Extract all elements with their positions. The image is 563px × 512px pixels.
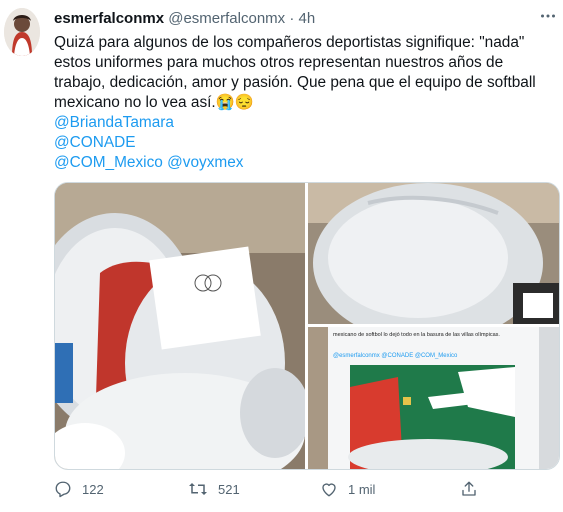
- retweet-count: 521: [218, 481, 240, 497]
- retweet-icon: [188, 480, 208, 498]
- tweet: esmerfalconmx @esmerfalconmx · 4h Quizá …: [0, 0, 563, 512]
- mention-brianda[interactable]: @BriandaTamara: [54, 114, 174, 131]
- share-button[interactable]: [460, 480, 478, 498]
- action-bar: 122 521 1 mil: [0, 480, 563, 502]
- share-icon: [460, 480, 478, 498]
- heart-icon: [320, 480, 338, 498]
- embedded-text: mexicano de softbol lo dejó todo en la b…: [333, 332, 500, 338]
- mention-voyxmex[interactable]: @voyxmex: [167, 154, 243, 171]
- tweet-time[interactable]: 4h: [299, 10, 316, 27]
- like-button[interactable]: 1 mil: [320, 480, 375, 498]
- embedded-mentions: @esmerfalconmx @CONADE @COM_Mexico: [333, 353, 458, 359]
- tweet-header: esmerfalconmx @esmerfalconmx · 4h: [54, 10, 315, 28]
- avatar[interactable]: [4, 8, 40, 56]
- separator-dot: ·: [289, 10, 295, 27]
- retweet-button[interactable]: 521: [188, 480, 240, 498]
- reply-icon: [54, 480, 72, 498]
- photo-2[interactable]: [308, 183, 559, 343]
- reply-count: 122: [82, 481, 104, 497]
- author-handle[interactable]: @esmerfalconmx: [168, 10, 285, 27]
- photo-3[interactable]: mexicano de softbol lo dejó todo en la b…: [308, 327, 559, 469]
- more-dots-icon[interactable]: [540, 8, 556, 29]
- reply-button[interactable]: 122: [54, 480, 104, 498]
- mention-com-mexico[interactable]: @COM_Mexico: [54, 154, 163, 171]
- like-count: 1 mil: [348, 481, 376, 497]
- media-grid: mexicano de softbol lo dejó todo en la b…: [54, 182, 560, 470]
- author-name[interactable]: esmerfalconmx: [54, 10, 164, 27]
- tweet-text: Quizá para algunos de los compañeros dep…: [54, 33, 554, 173]
- mention-conade[interactable]: @CONADE: [54, 134, 135, 151]
- photo-1[interactable]: [55, 183, 310, 469]
- tweet-body: Quizá para algunos de los compañeros dep…: [54, 34, 536, 111]
